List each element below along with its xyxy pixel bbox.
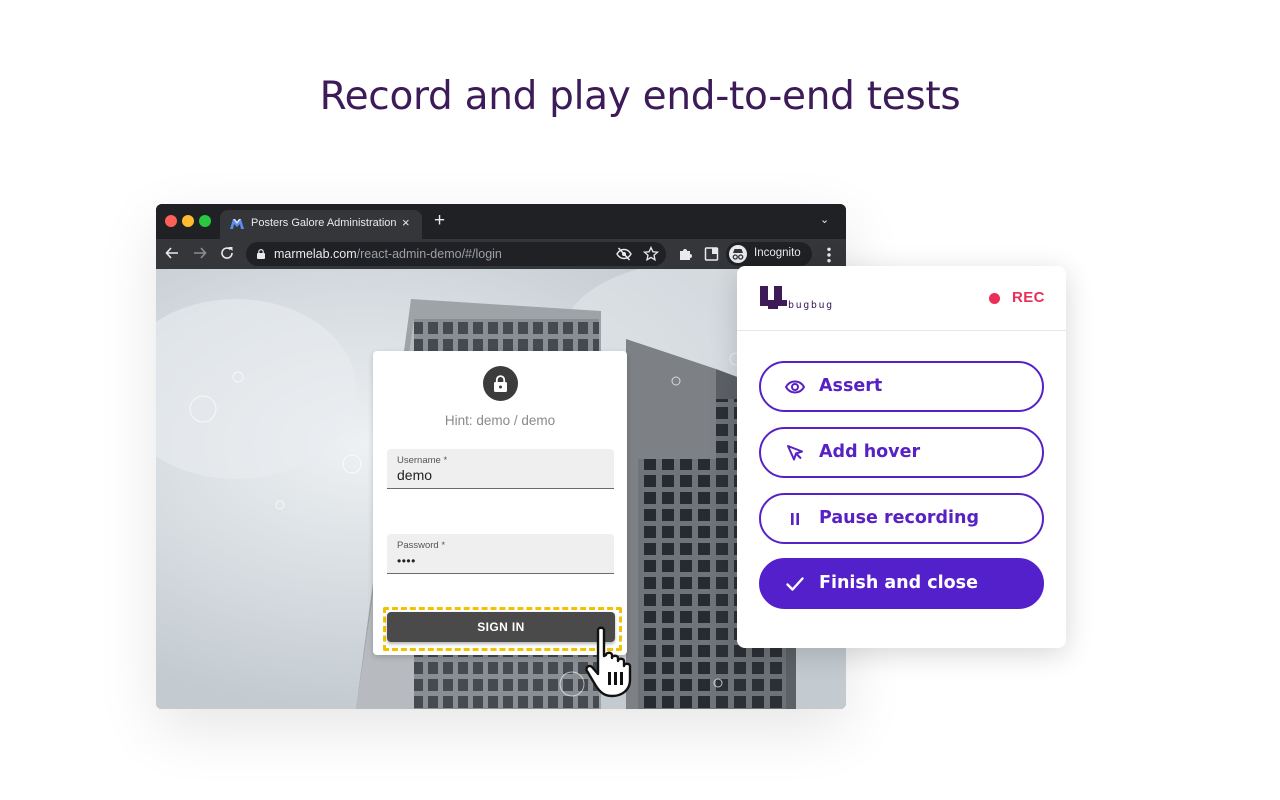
username-value[interactable]: demo <box>397 467 432 483</box>
sign-in-button[interactable]: SIGN IN <box>387 612 615 642</box>
pause-recording-button[interactable]: Pause recording <box>759 493 1044 544</box>
eye-icon <box>785 380 805 394</box>
bugbug-recorder-popup: bugbug REC Assert Add hover Pause record… <box>737 266 1066 648</box>
assert-button[interactable]: Assert <box>759 361 1044 412</box>
username-field[interactable]: Username * demo <box>387 449 614 489</box>
close-window-button[interactable] <box>165 215 177 227</box>
address-bar[interactable]: marmelab.com/react-admin-demo/#/login <box>246 242 666 266</box>
react-admin-favicon-icon <box>230 219 244 229</box>
pause-recording-label: Pause recording <box>819 508 980 528</box>
star-icon[interactable] <box>643 246 659 262</box>
add-hover-button[interactable]: Add hover <box>759 427 1044 478</box>
tab-bar: Posters Galore Administration × + ⌄ <box>156 204 846 239</box>
check-icon <box>786 577 804 591</box>
password-field[interactable]: Password * •••• <box>387 534 614 574</box>
lock-icon[interactable] <box>257 249 265 259</box>
minimize-window-button[interactable] <box>182 215 194 227</box>
incognito-indicator[interactable]: Incognito <box>726 242 812 266</box>
incognito-label: Incognito <box>754 247 801 259</box>
password-label: Password * <box>397 540 446 551</box>
login-card: Hint: demo / demo Username * demo Passwo… <box>373 351 627 655</box>
bugbug-wordmark: bugbug <box>788 300 834 311</box>
new-tab-button[interactable]: + <box>434 211 445 230</box>
tab-close-icon[interactable]: × <box>402 215 410 230</box>
incognito-icon <box>729 245 747 263</box>
finish-and-close-label: Finish and close <box>819 573 978 593</box>
padlock-icon <box>494 375 507 392</box>
tab-title: Posters Galore Administration <box>251 217 397 229</box>
extensions-icon[interactable] <box>678 246 694 262</box>
menu-icon[interactable] <box>821 247 837 263</box>
rec-status: REC <box>1012 289 1045 306</box>
browser-toolbar: marmelab.com/react-admin-demo/#/login In… <box>156 239 846 269</box>
page-headline: Record and play end-to-end tests <box>319 74 961 119</box>
pointer-icon <box>787 445 803 461</box>
login-hint: Hint: demo / demo <box>444 413 556 428</box>
url-text: marmelab.com/react-admin-demo/#/login <box>274 247 502 261</box>
assert-label: Assert <box>819 376 883 396</box>
username-label: Username * <box>397 455 448 466</box>
pause-icon <box>791 513 799 525</box>
recording-dot-icon <box>989 293 1000 304</box>
lock-avatar <box>483 366 518 401</box>
back-icon[interactable] <box>165 246 179 260</box>
popup-header: bugbug REC <box>737 266 1066 331</box>
maximize-window-button[interactable] <box>199 215 211 227</box>
hand-pointer-cursor-icon <box>585 626 632 698</box>
password-value[interactable]: •••• <box>397 554 416 568</box>
tab-search-chevron-icon[interactable]: ⌄ <box>820 213 829 226</box>
forward-icon[interactable] <box>193 246 207 260</box>
finish-and-close-button[interactable]: Finish and close <box>759 558 1044 609</box>
sidepanel-icon[interactable] <box>704 246 720 262</box>
reload-icon[interactable] <box>220 246 234 260</box>
add-hover-label: Add hover <box>819 442 921 462</box>
eye-off-icon[interactable] <box>616 246 632 262</box>
tab-posters-galore[interactable]: Posters Galore Administration × <box>220 210 422 239</box>
